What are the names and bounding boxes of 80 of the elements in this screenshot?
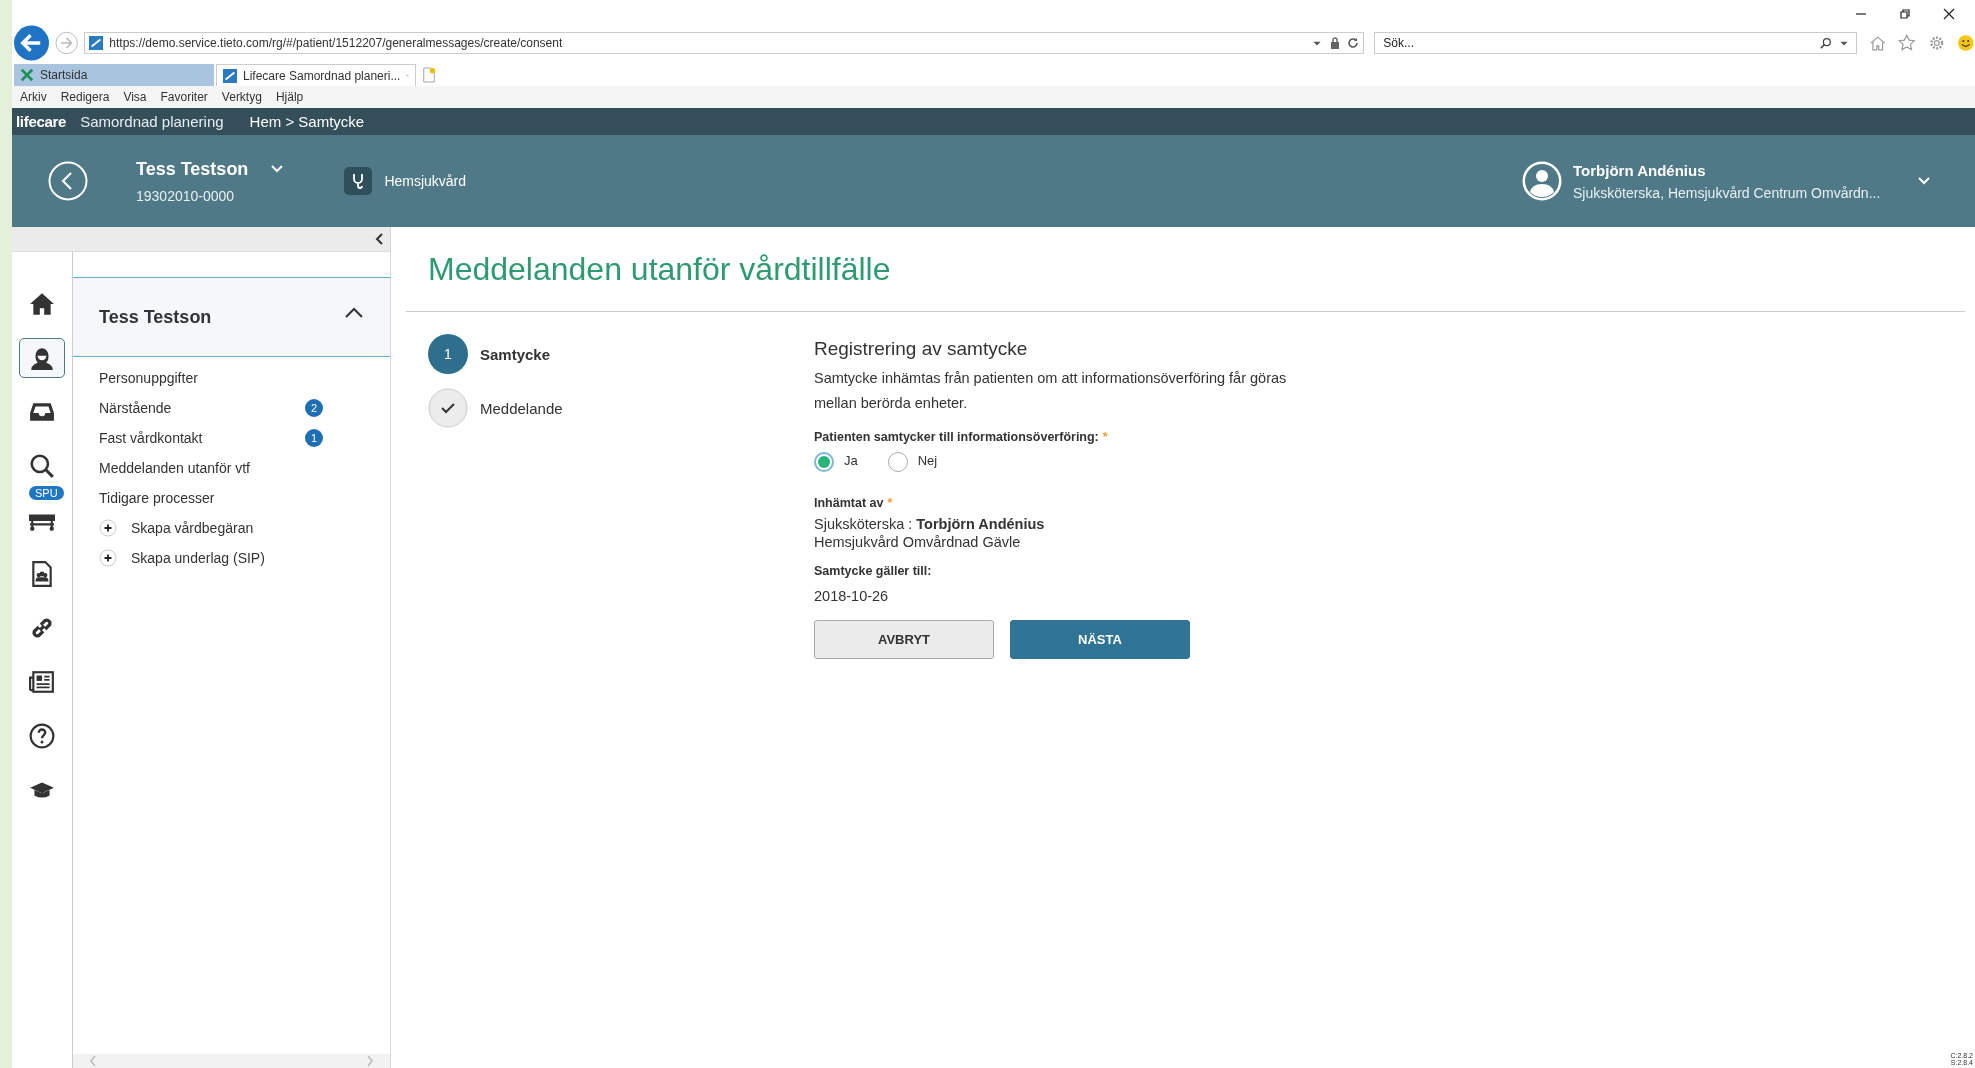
spu-badge: SPU xyxy=(29,486,64,500)
radio-label[interactable]: Nej xyxy=(917,452,938,468)
field-label: Inhämtat av xyxy=(814,496,884,510)
step-check-icon xyxy=(428,388,468,428)
field-label: Patienten samtycker till informationsöverföring: xyxy=(814,430,1099,444)
document-icon[interactable] xyxy=(29,561,55,587)
create-link[interactable]: Skapa vårdbegäran xyxy=(131,520,323,536)
plus-icon[interactable] xyxy=(99,549,117,567)
unit-name: Hemsjukvård xyxy=(384,173,467,189)
home-icon[interactable] xyxy=(29,291,55,317)
form-description: Samtycke inhämtas från patienten om att informationsöverföring får göras mellan berörda enheter. xyxy=(814,369,1288,413)
count-badge: 2 xyxy=(305,399,323,417)
browser-tab[interactable]: Lifecare Samordnad planeri... xyxy=(216,64,416,86)
field-label: Samtycke gäller till: xyxy=(814,564,932,578)
collected-by-text: Sjuksköterska : Torbjörn Andénius xyxy=(814,516,1046,532)
person-icon[interactable] xyxy=(29,345,55,371)
chevron-down-icon[interactable] xyxy=(1917,176,1931,186)
page-title: Meddelanden utanför vårdtillfälle xyxy=(428,250,892,289)
site-icon xyxy=(20,68,34,82)
back-icon[interactable] xyxy=(14,25,49,61)
page-icon xyxy=(223,68,237,83)
browser-tab[interactable]: Startsida xyxy=(14,64,214,86)
chevron-left-icon[interactable] xyxy=(374,232,384,246)
radio-button[interactable] xyxy=(887,452,908,472)
avatar-icon xyxy=(1521,160,1563,202)
date-value: 2018-10-26 xyxy=(814,588,890,604)
create-link[interactable]: Skapa underlag (SIP) xyxy=(131,550,323,566)
nav-link[interactable]: Meddelanden utanför vtf xyxy=(99,460,323,476)
plus-icon[interactable] xyxy=(99,519,117,537)
patient-id: 19302010-0000 xyxy=(136,187,236,204)
nav-link[interactable]: Personuppgifter xyxy=(99,370,323,386)
step-number: 1 xyxy=(428,334,468,374)
menu-item[interactable]: Hjälp xyxy=(275,90,304,104)
nav-link[interactable]: Tidigare processer xyxy=(99,490,323,506)
help-icon[interactable] xyxy=(29,723,55,749)
smiley-icon[interactable] xyxy=(1957,34,1975,52)
panel-header[interactable]: Tess Testson xyxy=(73,277,390,357)
collected-unit-text: Hemsjukvård Omvårdnad Gävle xyxy=(814,534,1022,550)
user-name: Torbjörn Andénius xyxy=(1573,161,1707,179)
search-box[interactable]: Sök... xyxy=(1374,32,1857,54)
search-field[interactable]: Sök... xyxy=(1381,35,1814,51)
search-icon[interactable] xyxy=(1820,37,1832,49)
radio-label[interactable]: Ja xyxy=(844,452,858,468)
step-label: Meddelande xyxy=(480,399,563,417)
menu-item[interactable]: Favoriter xyxy=(160,90,208,104)
menu-item[interactable]: Visa xyxy=(123,90,147,104)
address-field[interactable]: https://demo.service.tieto.com/rg/#/patient/1512207/generalmessages/create/consent xyxy=(84,32,1365,54)
lock-icon xyxy=(1329,37,1342,49)
cancel-button[interactable]: AVBRYT xyxy=(814,620,994,659)
page-icon xyxy=(89,36,104,50)
logo: lifecare xyxy=(16,113,67,130)
breadcrumb: Hem > Samtycke xyxy=(249,113,365,130)
back-icon[interactable] xyxy=(48,161,88,201)
patient-name: Tess Testson xyxy=(136,158,249,180)
radio-button[interactable] xyxy=(814,452,834,472)
menu-item[interactable]: Redigera xyxy=(60,90,110,104)
menu-item[interactable]: Arkiv xyxy=(20,90,47,104)
search-icon[interactable] xyxy=(29,453,55,479)
required-mark: * xyxy=(887,496,893,510)
stethoscope-icon xyxy=(344,167,373,195)
menu-item[interactable]: Verktyg xyxy=(221,90,262,104)
chevron-down-icon[interactable] xyxy=(270,164,285,174)
refresh-icon[interactable] xyxy=(1347,37,1360,49)
newspaper-icon[interactable] xyxy=(29,669,55,695)
step-label: Samtycke xyxy=(480,345,551,363)
chevron-icon xyxy=(344,307,364,319)
settings-icon[interactable] xyxy=(1928,34,1946,52)
restore-icon[interactable] xyxy=(1899,8,1911,20)
required-mark: * xyxy=(1102,430,1108,444)
product-name: Samordnad planering xyxy=(80,113,224,130)
nav-link[interactable]: Fast vårdkontakt xyxy=(99,430,305,446)
close-icon[interactable] xyxy=(1943,8,1955,20)
form-heading: Registrering av samtycke xyxy=(814,338,1029,360)
user-role: Sjuksköterska, Hemsjukvård Centrum Omvårdn... xyxy=(1573,184,1882,201)
nav-person-button[interactable] xyxy=(19,338,65,378)
link-icon[interactable] xyxy=(29,615,55,641)
star-icon[interactable] xyxy=(1898,34,1916,52)
next-button[interactable]: NÄSTA xyxy=(1010,620,1190,659)
count-badge: 1 xyxy=(305,429,323,447)
nav-link[interactable]: Närstående xyxy=(99,400,305,416)
